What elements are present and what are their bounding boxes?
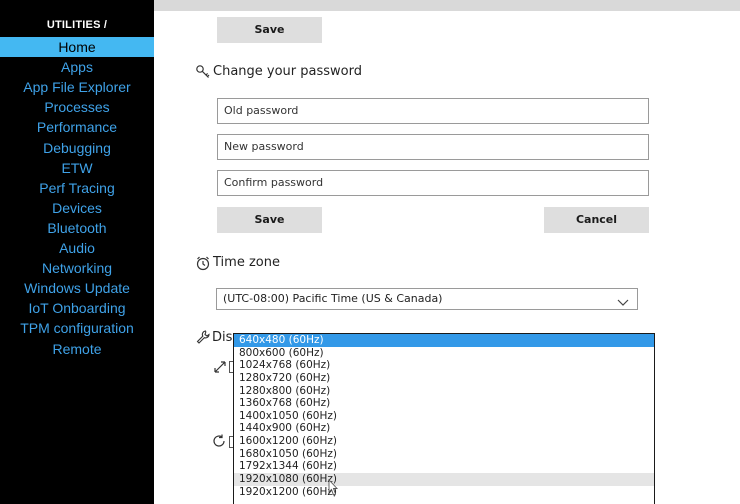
cancel-password-button[interactable]: Cancel bbox=[544, 207, 649, 233]
resolution-option[interactable]: 1920x1080 (60Hz) bbox=[234, 473, 654, 486]
sidebar-item-performance[interactable]: Performance bbox=[0, 117, 154, 137]
clock-icon bbox=[195, 255, 211, 271]
sidebar-heading: UTILITIES / bbox=[46, 19, 108, 31]
wrench-icon bbox=[195, 329, 211, 345]
sidebar-item-app-file-explorer[interactable]: App File Explorer bbox=[0, 77, 154, 97]
change-password-label: Change your password bbox=[213, 64, 362, 79]
resolution-option[interactable]: 640x480 (60Hz) bbox=[234, 334, 654, 347]
sidebar-item-tpm-configuration[interactable]: TPM configuration bbox=[0, 318, 154, 338]
sidebar-item-remote[interactable]: Remote bbox=[0, 339, 154, 359]
old-password-field[interactable]: Old password bbox=[217, 98, 649, 124]
sidebar-item-bluetooth[interactable]: Bluetooth bbox=[0, 218, 154, 238]
sidebar-item-apps[interactable]: Apps bbox=[0, 57, 154, 77]
key-icon bbox=[195, 64, 211, 80]
resolution-option[interactable]: 1280x720 (60Hz) bbox=[234, 372, 654, 385]
resolution-option[interactable]: 1360x768 (60Hz) bbox=[234, 397, 654, 410]
sidebar-item-etw[interactable]: ETW bbox=[0, 158, 154, 178]
resolution-dropdown-list[interactable]: 640x480 (60Hz) 800x600 (60Hz) 1024x768 (60… bbox=[233, 333, 655, 504]
resolution-option[interactable]: 1792x1344 (60Hz) bbox=[234, 460, 654, 473]
new-password-field[interactable]: New password bbox=[217, 134, 649, 160]
sidebar-item-networking[interactable]: Networking bbox=[0, 258, 154, 278]
time-zone-select[interactable]: (UTC-08:00) Pacific Time (US & Canada) bbox=[216, 288, 638, 310]
change-password-heading: Change your password bbox=[195, 63, 362, 81]
resize-icon bbox=[212, 359, 228, 375]
sidebar-item-home[interactable]: Home bbox=[0, 37, 154, 57]
rotate-icon bbox=[211, 433, 227, 449]
time-zone-value: (UTC-08:00) Pacific Time (US & Canada) bbox=[223, 292, 443, 305]
resolution-option[interactable]: 1400x1050 (60Hz) bbox=[234, 410, 654, 423]
sidebar-item-devices[interactable]: Devices bbox=[0, 198, 154, 218]
resolution-option[interactable]: 1680x1050 (60Hz) bbox=[234, 448, 654, 461]
save-password-button[interactable]: Save bbox=[217, 207, 322, 233]
time-zone-label: Time zone bbox=[213, 255, 280, 270]
time-zone-heading: Time zone bbox=[195, 254, 280, 272]
confirm-password-field[interactable]: Confirm password bbox=[217, 170, 649, 196]
sidebar-item-windows-update[interactable]: Windows Update bbox=[0, 278, 154, 298]
sidebar-item-debugging[interactable]: Debugging bbox=[0, 138, 154, 158]
sidebar-item-audio[interactable]: Audio bbox=[0, 238, 154, 258]
sidebar-item-perf-tracing[interactable]: Perf Tracing bbox=[0, 178, 154, 198]
save-button-top[interactable]: Save bbox=[217, 17, 322, 43]
mouse-pointer-icon bbox=[325, 478, 339, 498]
resolution-option[interactable]: 1280x800 (60Hz) bbox=[234, 385, 654, 398]
chevron-down-icon bbox=[617, 294, 629, 306]
resolution-option[interactable]: 1024x768 (60Hz) bbox=[234, 359, 654, 372]
sidebar: UTILITIES / Home Apps App File Explorer Pro… bbox=[0, 0, 154, 504]
resolution-option[interactable]: 1920x1200 (60Hz) bbox=[234, 486, 654, 499]
resolution-option[interactable]: 800x600 (60Hz) bbox=[234, 347, 654, 360]
top-bar bbox=[154, 0, 740, 11]
resolution-option[interactable]: 1600x1200 (60Hz) bbox=[234, 435, 654, 448]
sidebar-item-iot-onboarding[interactable]: IoT Onboarding bbox=[0, 298, 154, 318]
sidebar-item-processes[interactable]: Processes bbox=[0, 97, 154, 117]
resolution-option[interactable]: 1440x900 (60Hz) bbox=[234, 422, 654, 435]
